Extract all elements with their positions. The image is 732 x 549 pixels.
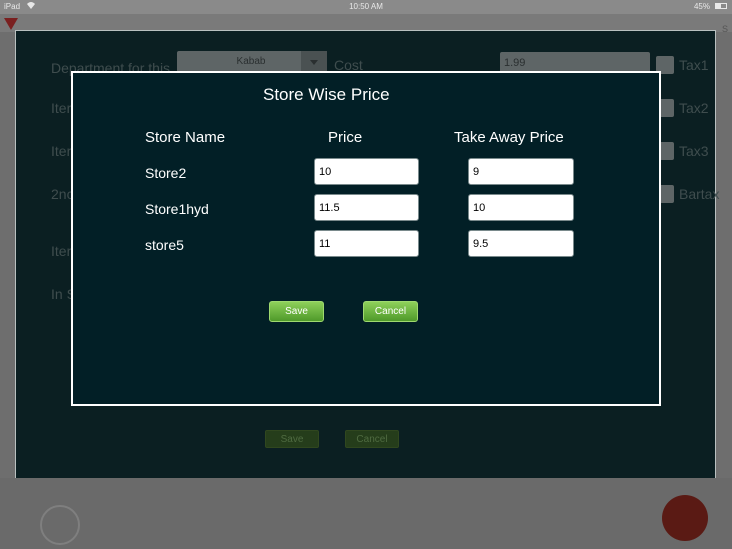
header-tail-text: S (721, 24, 728, 34)
background-cancel-button[interactable]: Cancel (345, 430, 399, 448)
battery-percent: 45% (693, 2, 710, 11)
item-label-2: Iter (51, 143, 72, 159)
bottom-right-circle-icon[interactable] (662, 495, 708, 541)
store-name-cell: Store1hyd (145, 201, 209, 217)
bottom-bar (0, 478, 732, 549)
column-header-take-away-price: Take Away Price (454, 129, 564, 146)
store-wise-price-dialog: Store Wise Price Store Name Price Take A… (71, 71, 661, 406)
bottom-left-circle-icon[interactable] (40, 505, 80, 545)
status-time: 10:50 AM (349, 2, 383, 11)
price-input[interactable] (314, 158, 419, 185)
item-label-3: Iter (51, 243, 72, 259)
tax2-label: Tax2 (679, 100, 709, 116)
column-header-price: Price (328, 129, 363, 146)
cancel-button[interactable]: Cancel (363, 301, 418, 322)
background-save-button[interactable]: Save (265, 430, 319, 448)
save-button[interactable]: Save (269, 301, 324, 322)
status-bar: iPad 10:50 AM 45% (0, 0, 732, 14)
department-dropdown[interactable]: Kabab (177, 51, 327, 73)
store-name-cell: Store2 (145, 165, 187, 181)
dialog-title: Store Wise Price (263, 85, 390, 104)
store-name-cell: store5 (145, 237, 184, 253)
battery-fill (716, 4, 721, 8)
tax3-label: Tax3 (679, 143, 709, 159)
battery-icon (715, 3, 727, 9)
price-input[interactable] (314, 230, 419, 257)
chevron-down-icon (301, 51, 327, 73)
item-label-1: Iter (51, 100, 72, 116)
take-away-price-input[interactable] (468, 158, 574, 185)
app-logo-icon (4, 18, 18, 30)
bartax-label: Bartax (679, 186, 720, 202)
tax1-label: Tax1 (679, 57, 709, 73)
price-input[interactable] (314, 194, 419, 221)
take-away-price-input[interactable] (468, 230, 574, 257)
take-away-price-input[interactable] (468, 194, 574, 221)
column-header-store-name: Store Name (145, 129, 226, 146)
